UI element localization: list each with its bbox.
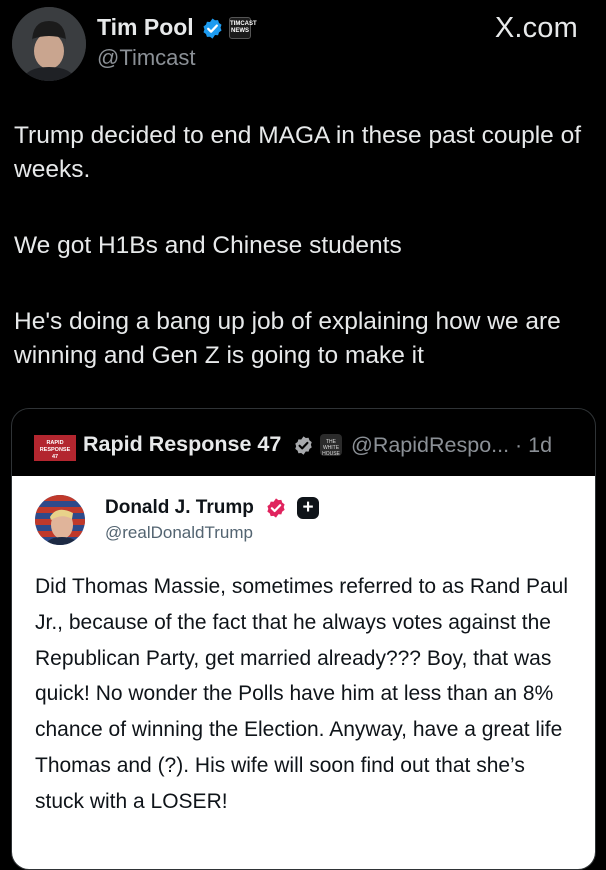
plus-icon: +	[297, 497, 319, 519]
author-name[interactable]: Tim Pool	[97, 14, 194, 41]
verified-badge-icon	[293, 435, 314, 456]
author-handle[interactable]: @Timcast	[97, 45, 196, 71]
quote-author-name[interactable]: Rapid Response 47	[83, 432, 281, 457]
embedded-author-handle: @realDonaldTrump	[105, 523, 253, 542]
embedded-post-body: Did Thomas Massie, sometimes referred to…	[35, 575, 568, 813]
post-paragraph: We got H1Bs and Chinese students	[14, 232, 402, 259]
verified-badge-icon	[265, 497, 287, 519]
affiliate-badge-icon[interactable]: THE WHITE HOUSE	[320, 434, 342, 457]
embedded-post-image: Donald J. Trump + @realDonaldTrump Did T…	[12, 476, 595, 869]
quote-author-avatar[interactable]: RAPID RESPONSE 47	[34, 435, 76, 461]
affiliate-badge-icon[interactable]: TIMCAST NEWS	[229, 17, 257, 39]
post-paragraph: He's doing a bang up job of explaining h…	[14, 308, 561, 369]
quoted-post[interactable]: RAPID RESPONSE 47 Rapid Response 47 THE …	[11, 408, 596, 870]
quote-handle-time[interactable]: @RapidRespo... · 1d	[351, 433, 552, 458]
embedded-author-name: Donald J. Trump	[105, 497, 254, 518]
svg-text:47: 47	[52, 454, 58, 460]
embedded-author-avatar	[35, 495, 85, 545]
site-watermark: X.com	[494, 12, 578, 44]
post-paragraph: Trump decided to end MAGA in these past …	[14, 122, 582, 183]
svg-text:RESPONSE: RESPONSE	[40, 447, 71, 453]
author-avatar[interactable]	[12, 7, 86, 81]
verified-badge-icon	[201, 17, 224, 40]
svg-text:RAPID: RAPID	[46, 440, 63, 446]
